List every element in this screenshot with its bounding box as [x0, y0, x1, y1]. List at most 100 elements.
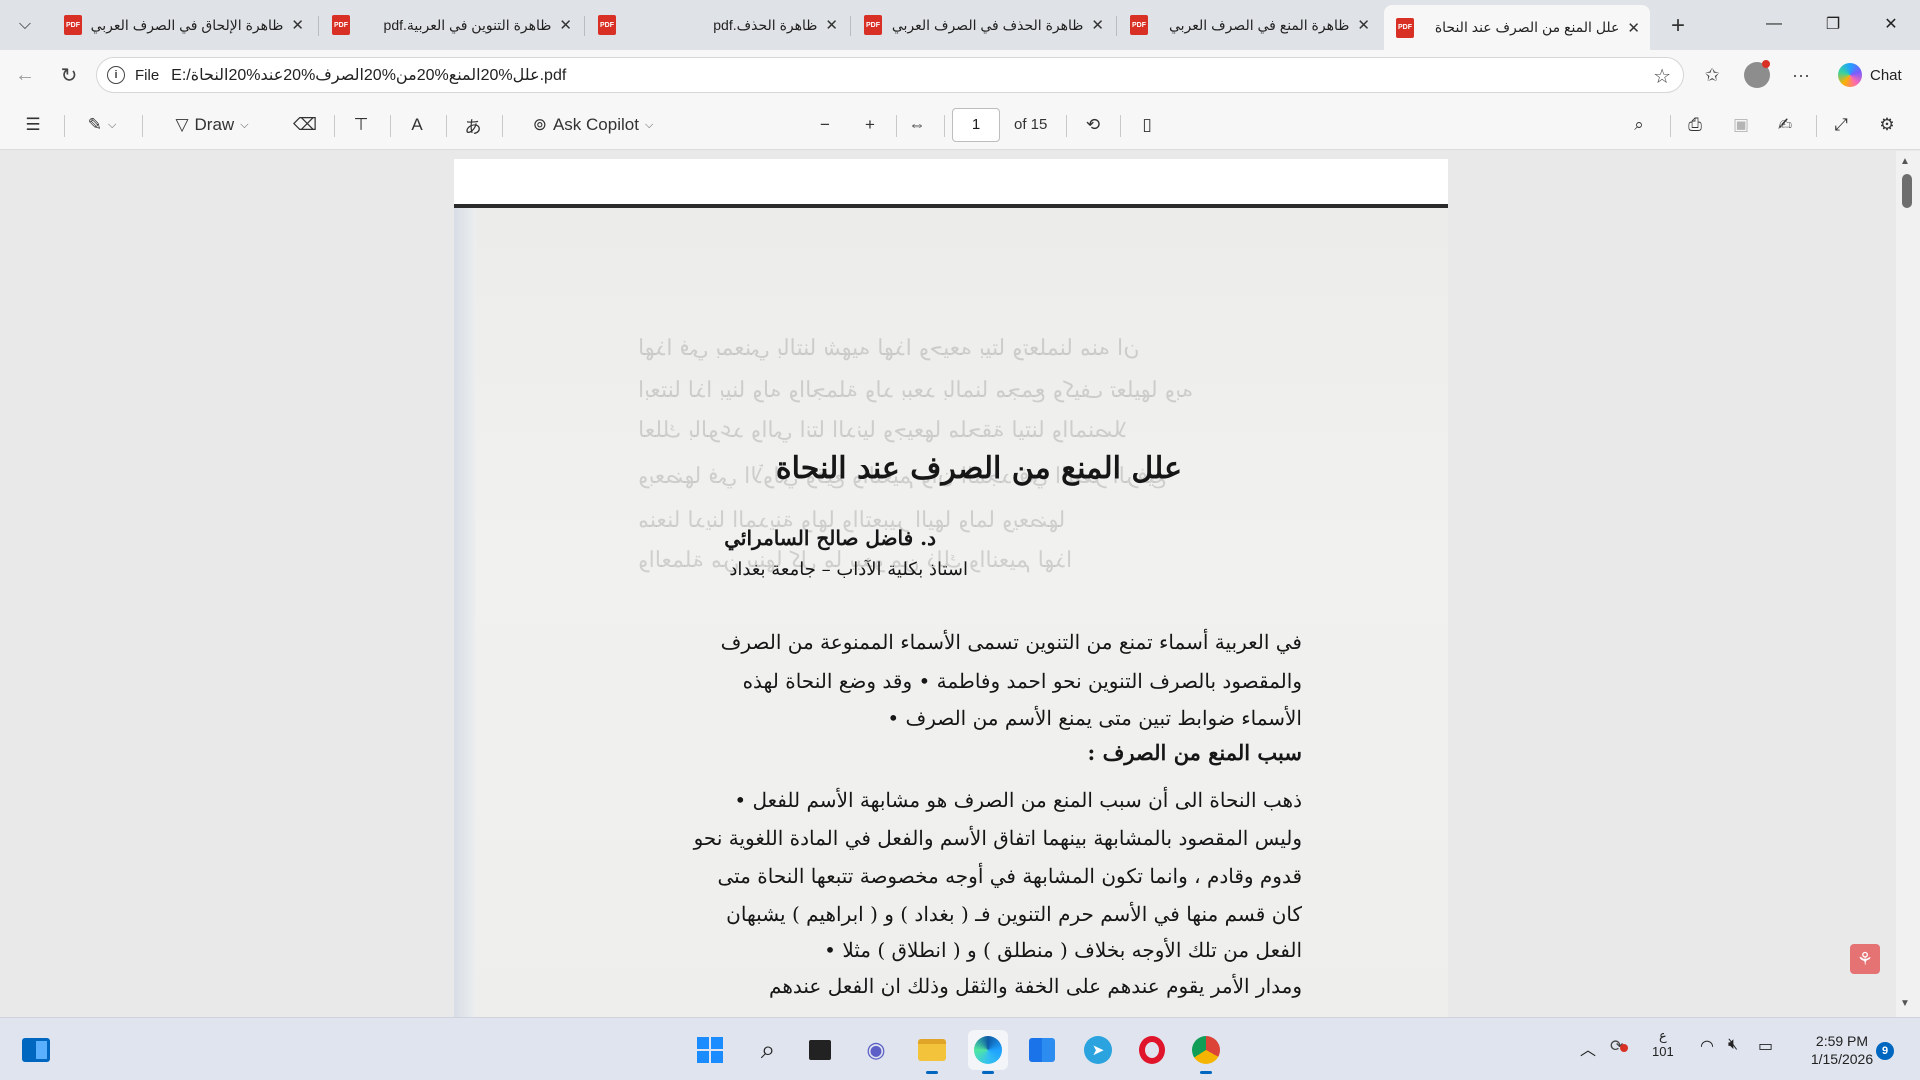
- document-title: علل المنع من الصرف عند النحاة: [775, 451, 1182, 486]
- file-explorer-button[interactable]: [912, 1030, 952, 1074]
- telegram-button[interactable]: ➤: [1078, 1030, 1118, 1070]
- system-clock[interactable]: 2:59 PM 1/15/2026: [1796, 1032, 1888, 1068]
- draw-button[interactable]: ▽ Draw ⌵: [156, 108, 268, 142]
- navigation-bar: ← ↻ i File E:/علل%20المنع%20من%20الصرف%2…: [0, 50, 1920, 100]
- url-text[interactable]: E:/علل%20المنع%20من%20الصرف%20عند%20النح…: [171, 65, 566, 85]
- chevron-down-icon: ⌵: [240, 118, 249, 131]
- tab-4[interactable]: PDF ظاهرة الحذف في الصرف العربي ✕: [852, 7, 1114, 43]
- tab-1[interactable]: PDF ظاهرة الإلحاق في الصرف العربي ✕: [52, 7, 314, 43]
- scrollbar-thumb[interactable]: [1902, 174, 1912, 208]
- restore-icon: ❐: [1825, 16, 1841, 33]
- scroll-down-arrow-icon[interactable]: ▼: [1900, 998, 1910, 1009]
- zoom-in-button[interactable]: +: [853, 108, 887, 142]
- wifi-status-button[interactable]: ◠: [1700, 1036, 1714, 1056]
- tab-title: ظاهرة الحذف.pdf: [713, 16, 818, 33]
- printer-icon: ⎙: [1688, 115, 1702, 134]
- page-number-input[interactable]: 1: [952, 108, 1000, 142]
- address-bar[interactable]: i File E:/علل%20المنع%20من%20الصرف%20عند…: [96, 57, 1684, 93]
- zoom-out-button[interactable]: −: [808, 108, 842, 142]
- rotate-button[interactable]: ⟲: [1076, 108, 1110, 142]
- close-icon: ✕: [1884, 16, 1898, 33]
- chrome-button[interactable]: [1186, 1030, 1226, 1074]
- document-affiliation: استاذ بكلية الآداب – جامعة بغداد: [729, 559, 968, 580]
- plus-icon: +: [1670, 12, 1685, 39]
- alert-dot: [1620, 1044, 1628, 1052]
- copilot-chat-button[interactable]: Chat: [1832, 58, 1914, 92]
- battery-button[interactable]: ▭: [1758, 1036, 1773, 1056]
- print-button[interactable]: ⎙: [1678, 108, 1712, 142]
- ask-copilot-button[interactable]: ⊚ Ask Copilot ⌵: [514, 108, 672, 142]
- read-aloud-button[interactable]: A: [400, 108, 434, 142]
- save-button[interactable]: ▣: [1724, 108, 1758, 142]
- settings-more-button[interactable]: ···: [1784, 58, 1818, 92]
- tab-5[interactable]: PDF ظاهرة المنع في الصرف العربي ✕: [1118, 7, 1380, 43]
- edge-button[interactable]: [968, 1030, 1008, 1074]
- url-scheme-label: File: [135, 66, 160, 84]
- start-button[interactable]: [690, 1030, 730, 1070]
- close-tab-icon[interactable]: ✕: [1357, 16, 1370, 34]
- add-text-button[interactable]: ⊤: [344, 108, 378, 142]
- back-button[interactable]: ←: [8, 58, 42, 92]
- contents-button[interactable]: ☰: [16, 108, 50, 142]
- page-view-button[interactable]: ▯: [1130, 108, 1164, 142]
- close-tab-icon[interactable]: ✕: [291, 16, 304, 34]
- pdf-file-icon: PDF: [1396, 17, 1414, 38]
- refresh-button[interactable]: ↻: [52, 58, 86, 92]
- notification-badge[interactable]: 9: [1876, 1042, 1894, 1060]
- bleed-through-text: ابعتنا لذا بينا وله والجملة ولد ببعد بال…: [638, 378, 1194, 403]
- task-view-button[interactable]: [800, 1030, 840, 1070]
- tab-3[interactable]: PDF ظاهرة الحذف.pdf ✕: [586, 7, 848, 43]
- highlight-button[interactable]: ✎ ⌵: [72, 108, 132, 142]
- windows-logo-icon: [697, 1037, 723, 1063]
- pdf-file-icon: PDF: [64, 15, 82, 35]
- pdf-page: لهذا في بمعني بالتنا شهيه لهذا وحيعه بيت…: [454, 159, 1448, 1017]
- widgets-button[interactable]: [16, 1030, 56, 1070]
- clock-time: 2:59 PM: [1815, 1033, 1869, 1049]
- pdf-settings-button[interactable]: ⚙: [1870, 108, 1904, 142]
- favorites-button[interactable]: ✩: [1695, 58, 1729, 92]
- erase-button[interactable]: ⌫: [288, 108, 322, 142]
- vertical-scrollbar[interactable]: [1896, 151, 1920, 1017]
- tab-6-active[interactable]: PDF علل المنع من الصرف عند النحاة ✕: [1384, 5, 1650, 50]
- fullscreen-button[interactable]: ⤢: [1824, 108, 1858, 142]
- find-button[interactable]: ⌕: [1622, 108, 1656, 142]
- scroll-up-arrow-icon[interactable]: ▲: [1900, 156, 1910, 167]
- windows-taskbar: ⌕ ◉ ➤ ︿ ⟳ ع 101 ◠ 🔇︎ ▭ 2:59 PM 1/15/2026…: [0, 1017, 1920, 1080]
- acrobat-icon[interactable]: ⚘: [1850, 944, 1880, 974]
- store-bag-icon: [1029, 1038, 1055, 1062]
- language-code-label: 101: [1652, 1044, 1674, 1059]
- save-as-button[interactable]: ✍: [1768, 108, 1802, 142]
- search-button[interactable]: ⌕: [748, 1030, 788, 1070]
- fit-to-width-button[interactable]: ⇔: [900, 108, 934, 142]
- close-tab-icon[interactable]: ✕: [1627, 19, 1640, 37]
- show-hidden-icons-button[interactable]: ︿: [1580, 1036, 1596, 1060]
- close-window-button[interactable]: ✕: [1862, 0, 1920, 48]
- tab-strip: ⌵ PDF ظاهرة الإلحاق في الصرف العربي ✕ PD…: [0, 0, 1920, 50]
- info-icon[interactable]: i: [107, 66, 125, 84]
- translate-button[interactable]: あ: [456, 108, 490, 142]
- bleed-through-text: لعلك بالوعد والي انتا الدنيا وجيعها ملحق…: [638, 418, 1127, 443]
- task-view-icon: [809, 1040, 831, 1060]
- chat-bubble-icon: ◉: [866, 1037, 886, 1062]
- ask-copilot-label: Ask Copilot: [552, 115, 639, 134]
- close-tab-icon[interactable]: ✕: [1091, 16, 1104, 34]
- minimize-button[interactable]: —: [1745, 0, 1803, 48]
- tab-title: ظاهرة الحذف في الصرف العربي: [891, 16, 1084, 33]
- teams-chat-button[interactable]: ◉: [856, 1030, 896, 1070]
- page-view-icon: ▯: [1142, 115, 1152, 134]
- store-button[interactable]: [1022, 1030, 1062, 1070]
- tab-2[interactable]: PDF ظاهرة التنوين في العربية.pdf ✕: [320, 7, 582, 43]
- pdf-viewer[interactable]: لهذا في بمعني بالتنا شهيه لهذا وحيعه بيت…: [0, 151, 1920, 1017]
- opera-button[interactable]: [1132, 1030, 1172, 1070]
- sync-status-button[interactable]: ⟳: [1610, 1036, 1628, 1056]
- plus-icon: +: [865, 115, 875, 134]
- tab-actions-menu-button[interactable]: ⌵: [8, 8, 42, 42]
- restore-button[interactable]: ❐: [1804, 0, 1862, 48]
- input-language-indicator[interactable]: ع 101: [1652, 1028, 1674, 1060]
- close-tab-icon[interactable]: ✕: [559, 16, 572, 34]
- volume-muted-icon: 🔇︎: [1728, 1036, 1739, 1053]
- new-tab-button[interactable]: +: [1662, 10, 1694, 42]
- close-tab-icon[interactable]: ✕: [825, 16, 838, 34]
- favorite-star-icon[interactable]: ☆: [1653, 64, 1671, 89]
- volume-button[interactable]: 🔇︎: [1728, 1036, 1738, 1054]
